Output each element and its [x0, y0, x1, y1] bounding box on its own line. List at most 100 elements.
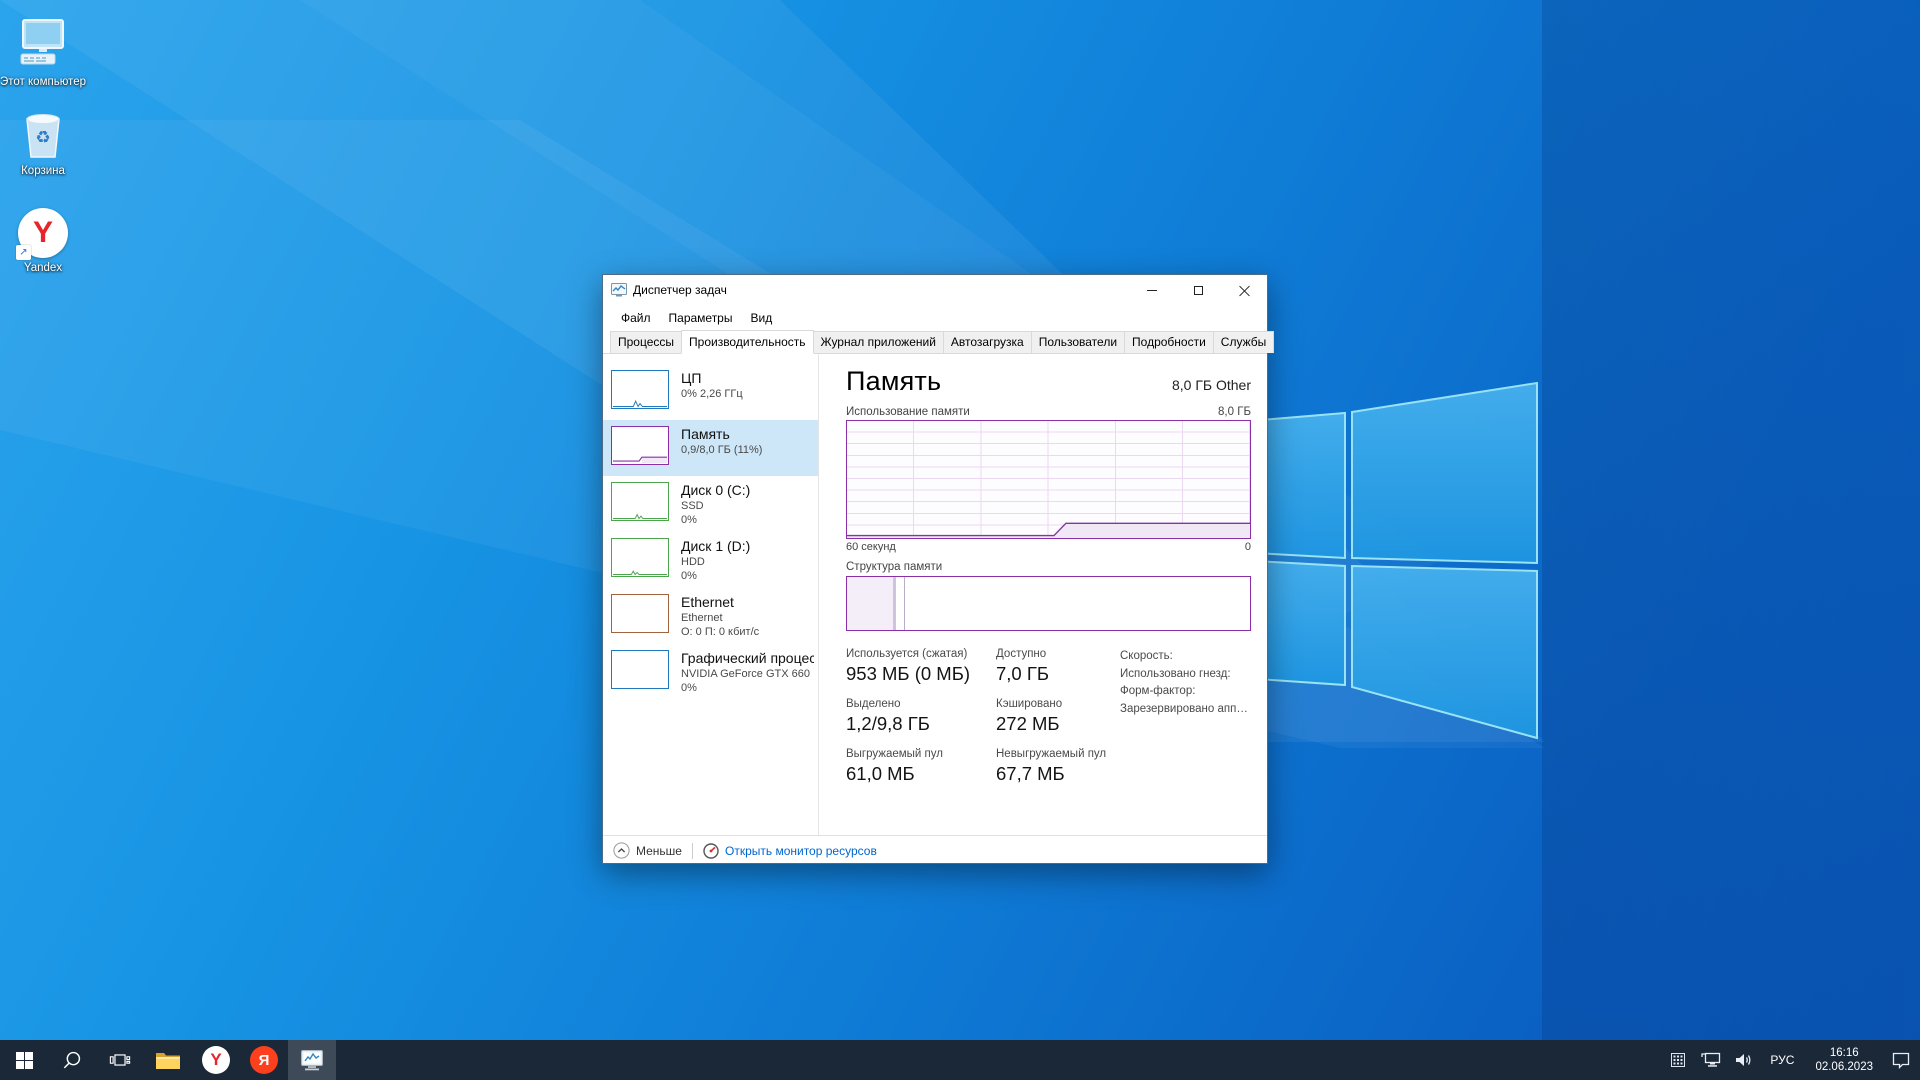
stat-paged-pool: Выгружаемый пул 61,0 МБ	[846, 748, 996, 798]
sidebar-item-sub: SSD	[681, 500, 704, 512]
ethernet-thumbnail	[611, 594, 669, 633]
disk1-thumbnail	[611, 538, 669, 577]
fewer-details-button[interactable]: Меньше	[613, 842, 682, 859]
composition-label: Структура памяти	[846, 561, 943, 573]
memory-composition-bar[interactable]	[846, 576, 1251, 631]
memory-stats-grid: Используется (сжатая) 953 МБ (0 МБ) Дост…	[846, 648, 1108, 798]
tab-startup[interactable]: Автозагрузка	[942, 331, 1032, 353]
file-explorer-icon	[156, 1053, 180, 1069]
sidebar-item-disk1[interactable]: Диск 1 (D:) HDD 0%	[603, 532, 818, 588]
stat-in-use: Используется (сжатая) 953 МБ (0 МБ)	[846, 648, 996, 698]
sidebar-item-ethernet[interactable]: Ethernet Ethernet О: 0 П: 0 кбит/с	[603, 588, 818, 644]
maximize-button[interactable]	[1175, 275, 1221, 305]
memory-usage-graph[interactable]	[846, 420, 1251, 539]
minimize-icon	[1147, 289, 1157, 291]
fewer-details-label: Меньше	[636, 843, 682, 858]
sidebar-item-disk0[interactable]: Диск 0 (C:) SSD 0%	[603, 476, 818, 532]
sidebar-item-sub: О: 0 П: 0 кбит/с	[681, 626, 760, 638]
svg-text:♻: ♻	[35, 128, 50, 148]
clock-time: 16:16	[1829, 1047, 1859, 1059]
close-button[interactable]	[1221, 275, 1267, 305]
network-tray-icon[interactable]	[1698, 1046, 1724, 1074]
sidebar-item-sub: 0%	[681, 682, 697, 694]
sidebar-item-cpu[interactable]: ЦП 0% 2,26 ГГц	[603, 364, 818, 420]
yandex-icon: Я	[250, 1046, 278, 1074]
hw-speed-label: Скорость:	[1120, 650, 1173, 662]
open-resource-monitor-link[interactable]: Открыть монитор ресурсов	[703, 842, 877, 859]
stat-value: 272 МБ	[996, 713, 1060, 734]
usage-graph-label: Использование памяти	[846, 406, 970, 418]
task-manager-taskbar-button[interactable]	[288, 1040, 336, 1080]
stat-committed: Выделено 1,2/9,8 ГБ	[846, 698, 996, 748]
stat-value: 61,0 МБ	[846, 763, 915, 784]
disk0-sparkline	[612, 513, 668, 520]
sidebar-item-memory[interactable]: Память 0,9/8,0 ГБ (11%)	[603, 420, 818, 476]
sidebar-item-sub: 0%	[681, 514, 697, 526]
tab-users[interactable]: Пользователи	[1030, 331, 1126, 353]
title-bar[interactable]: Диспетчер задач	[603, 275, 1267, 305]
menu-options[interactable]: Параметры	[660, 307, 742, 329]
stat-label: Используется (сжатая)	[846, 648, 968, 660]
stat-value: 1,2/9,8 ГБ	[846, 713, 930, 734]
this-pc-icon	[0, 14, 86, 72]
stat-available: Доступно 7,0 ГБ	[996, 648, 1108, 698]
memory-thumbnail	[611, 426, 669, 465]
menu-file[interactable]: Файл	[612, 307, 660, 329]
resource-monitor-label: Открыть монитор ресурсов	[724, 843, 877, 858]
shortcut-arrow-icon: ↗	[16, 245, 31, 260]
taskbar: Y Я РУС 16:16 02.06.2023	[0, 1040, 1920, 1080]
yandex-browser-button[interactable]: Y	[192, 1040, 240, 1080]
desktop-icon-this-pc[interactable]: Этот компьютер	[0, 14, 86, 89]
cpu-thumbnail	[611, 370, 669, 409]
tab-strip: Процессы Производительность Журнал прило…	[603, 330, 1275, 354]
stat-value: 67,7 МБ	[996, 763, 1065, 784]
action-center-button[interactable]	[1888, 1046, 1914, 1074]
clock[interactable]: 16:16 02.06.2023	[1807, 1046, 1881, 1074]
yandex-button[interactable]: Я	[240, 1040, 288, 1080]
search-button[interactable]	[48, 1040, 96, 1080]
sidebar-item-title: Графический процессор	[681, 650, 814, 666]
desktop-icon-label: Yandex	[23, 262, 63, 274]
yandex-browser-icon: Y ↗	[16, 208, 68, 260]
sidebar-item-sub: 0% 2,26 ГГц	[681, 388, 743, 400]
tab-processes[interactable]: Процессы	[610, 331, 683, 353]
disk1-sparkline	[612, 570, 668, 576]
tab-details[interactable]: Подробности	[1124, 331, 1214, 353]
stat-label: Выгружаемый пул	[846, 748, 943, 760]
minimize-button[interactable]	[1129, 275, 1175, 305]
start-button[interactable]	[0, 1040, 48, 1080]
desktop-icon-recycle-bin[interactable]: ♻ Корзина	[0, 103, 86, 178]
composition-in-use-segment	[847, 577, 894, 630]
tab-app-history[interactable]: Журнал приложений	[812, 331, 944, 353]
windows-start-icon	[15, 1051, 33, 1069]
sidebar-item-title: ЦП	[681, 370, 702, 386]
sidebar-item-gpu[interactable]: Графический процессор NVIDIA GeForce GTX…	[603, 644, 818, 700]
hw-reserved-label: Зарезервировано аппара...	[1120, 702, 1250, 715]
search-icon	[63, 1051, 81, 1069]
chevron-up-circle-icon	[613, 842, 630, 859]
wallpaper-shade	[1542, 0, 1920, 1040]
task-manager-footer: Меньше Открыть монитор ресурсов	[603, 835, 1267, 865]
menu-view[interactable]: Вид	[741, 307, 781, 329]
task-view-button[interactable]	[96, 1040, 144, 1080]
volume-tray-icon[interactable]	[1731, 1046, 1757, 1074]
sidebar-item-sub: 0%	[681, 570, 697, 582]
task-manager-app-icon	[611, 283, 627, 297]
stat-cached: Кэшировано 272 МБ	[996, 698, 1108, 748]
file-explorer-button[interactable]	[144, 1040, 192, 1080]
stat-value: 7,0 ГБ	[996, 663, 1050, 684]
tab-performance[interactable]: Производительность	[681, 330, 814, 354]
footer-separator	[691, 842, 693, 859]
stat-label: Кэшировано	[996, 698, 1063, 710]
action-center-icon	[1892, 1052, 1910, 1069]
tray-app-grid-icon[interactable]	[1665, 1046, 1691, 1074]
task-manager-icon	[301, 1050, 323, 1071]
desktop-icon-label: Этот компьютер	[0, 76, 86, 88]
desktop-icon-yandex[interactable]: Y ↗ Yandex	[0, 200, 86, 275]
stat-label: Доступно	[996, 648, 1047, 660]
tab-services[interactable]: Службы	[1212, 331, 1275, 353]
language-indicator[interactable]: РУС	[1764, 1053, 1800, 1067]
gpu-thumbnail	[611, 650, 669, 689]
hw-form-factor-label: Форм-фактор:	[1120, 685, 1196, 697]
stat-non-paged-pool: Невыгружаемый пул 67,7 МБ	[996, 748, 1108, 798]
